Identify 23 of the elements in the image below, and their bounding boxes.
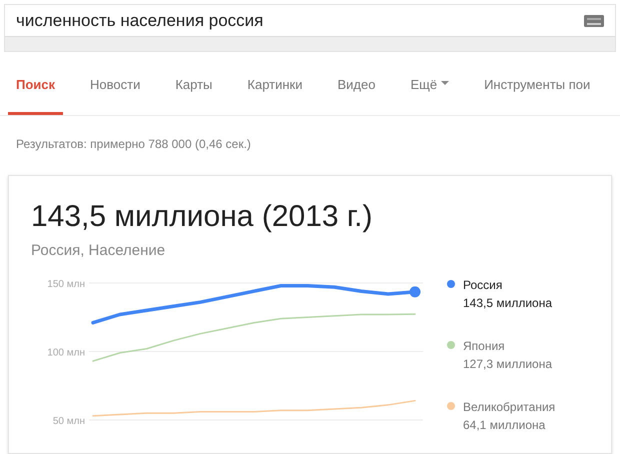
legend-label: Россия xyxy=(463,276,504,294)
endpoint-marker xyxy=(410,286,420,297)
y-tick-label: 150 млн xyxy=(47,278,85,290)
search-tab[interactable]: Новости xyxy=(82,75,148,115)
search-tab[interactable]: Поиск xyxy=(8,75,64,115)
search-tab[interactable]: Ещё xyxy=(402,75,458,115)
legend-value: 143,5 миллиона xyxy=(463,294,552,312)
legend-label: Великобритания xyxy=(463,398,556,416)
results-count: Результатов: примерно 788 000 (0,46 сек.) xyxy=(16,136,252,153)
legend-value: 127,3 миллиона xyxy=(463,356,552,372)
search-tab[interactable]: Видео xyxy=(329,75,384,115)
headline: 143,5 миллиона (2013 г.) xyxy=(31,199,374,235)
y-tick-label: 50 млн xyxy=(52,416,85,426)
search-tab[interactable]: Картинки xyxy=(239,75,310,115)
search-field[interactable]: численность населения россия xyxy=(5,5,615,37)
y-tick-label: 100 млн xyxy=(47,347,85,358)
search-query: численность населения россия xyxy=(16,10,264,32)
legend-value: 64,1 миллиона xyxy=(463,416,546,434)
subtitle: Россия, Население xyxy=(31,241,166,261)
caret-icon xyxy=(441,81,450,86)
legend-label: Япония xyxy=(463,338,506,354)
search-tab[interactable]: Инструменты пои xyxy=(476,75,598,115)
search-tab[interactable]: Карты xyxy=(167,75,220,115)
